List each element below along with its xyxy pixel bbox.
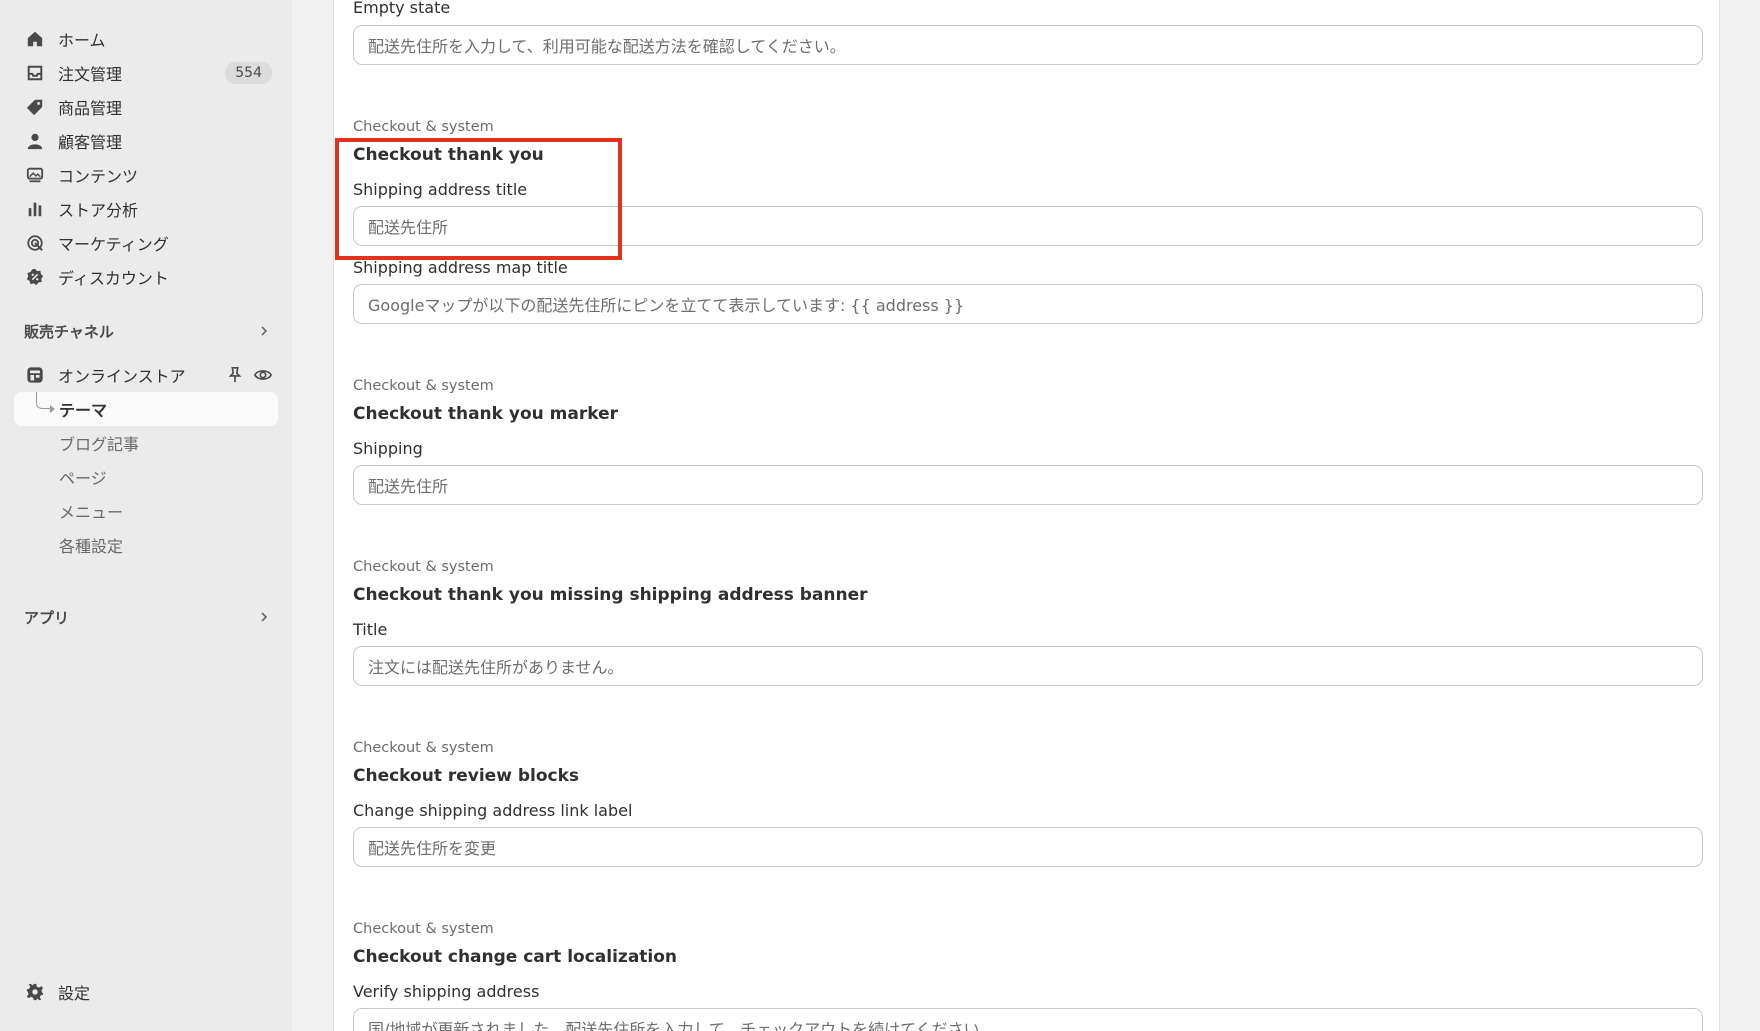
nav-item-label: ストア分析 [58, 201, 139, 220]
store-icon [26, 366, 44, 384]
shipping-input[interactable] [353, 465, 1703, 505]
orders-count-badge: 554 [225, 62, 272, 84]
sub-item-label: 各種設定 [59, 537, 124, 556]
sub-item-label: メニュー [59, 503, 124, 522]
field-label: Shipping [353, 439, 423, 458]
home-icon [26, 30, 44, 48]
sub-item-label: ブログ記事 [59, 435, 140, 454]
nav-item-label: コンテンツ [58, 167, 139, 186]
shipping-address-title-input[interactable] [353, 206, 1703, 246]
banner-title-input[interactable] [353, 646, 1703, 686]
field-label: Verify shipping address [353, 982, 540, 1001]
field-label: Title [353, 620, 388, 639]
nav-item-settings[interactable]: 設定 [14, 975, 278, 1009]
group-title: Checkout thank you [353, 145, 544, 165]
nav-item-orders[interactable]: 注文管理 554 [14, 56, 278, 90]
target-icon [26, 234, 44, 252]
sales-channels-label: 販売チャネル [24, 322, 114, 341]
nav-item-label: 注文管理 [58, 65, 123, 84]
group-category: Checkout & system [353, 921, 494, 937]
nav-item-label: ホーム [58, 31, 106, 50]
gear-icon [26, 983, 44, 1001]
field-label: Shipping address title [353, 180, 528, 199]
nav-item-label: オンラインストア [58, 367, 186, 386]
tag-icon [26, 98, 44, 116]
person-icon [26, 132, 44, 150]
pin-icon[interactable] [226, 366, 244, 384]
group-category: Checkout & system [353, 119, 494, 135]
empty-state-input[interactable] [353, 25, 1703, 65]
group-title: Checkout thank you missing shipping addr… [353, 585, 868, 605]
nav-item-marketing[interactable]: マーケティング [14, 226, 278, 260]
sub-item-label: ページ [59, 469, 107, 488]
group-title: Checkout change cart localization [353, 947, 678, 967]
group-category: Checkout & system [353, 378, 494, 394]
nav-item-label: 顧客管理 [58, 133, 123, 152]
nav-item-label: マーケティング [58, 235, 169, 254]
sub-item-preferences[interactable]: 各種設定 [14, 528, 278, 562]
settings-label: 設定 [58, 984, 91, 1003]
sales-channels-header[interactable]: 販売チャネル [14, 314, 278, 348]
nav-item-label: ディスカウント [58, 269, 169, 288]
group-title: Checkout thank you marker [353, 404, 619, 424]
field-label: Shipping address map title [353, 258, 568, 277]
group-category: Checkout & system [353, 559, 494, 575]
translations-panel: Empty state Checkout & system Checkout t… [333, 0, 1720, 1031]
field-label: Empty state [353, 0, 451, 17]
inbox-icon [26, 64, 44, 82]
sub-item-pages[interactable]: ページ [14, 460, 278, 494]
group-category: Checkout & system [353, 740, 494, 756]
nav-item-analytics[interactable]: ストア分析 [14, 192, 278, 226]
nav-item-products[interactable]: 商品管理 [14, 90, 278, 124]
chevron-right-icon [256, 323, 272, 339]
sub-item-menus[interactable]: メニュー [14, 494, 278, 528]
field-label: Change shipping address link label [353, 801, 633, 820]
sidebar: ホーム 注文管理 554 商品管理 顧客管理 コンテンツ ストア分析 マーケティ… [0, 0, 292, 1031]
nav-item-label: 商品管理 [58, 99, 123, 118]
group-title: Checkout review blocks [353, 766, 580, 786]
chevron-right-icon [256, 609, 272, 625]
change-shipping-address-link-input[interactable] [353, 827, 1703, 867]
discount-icon [26, 268, 44, 286]
store-actions [226, 366, 272, 384]
sub-item-blog-posts[interactable]: ブログ記事 [14, 426, 278, 460]
eye-icon[interactable] [254, 366, 272, 384]
sub-item-label: テーマ [59, 401, 108, 420]
nav-item-content[interactable]: コンテンツ [14, 158, 278, 192]
verify-shipping-address-input[interactable] [353, 1008, 1703, 1031]
tree-connector [36, 392, 55, 413]
apps-header[interactable]: アプリ [14, 600, 278, 634]
content-icon [26, 166, 44, 184]
apps-label: アプリ [24, 608, 70, 627]
nav-item-customers[interactable]: 顧客管理 [14, 124, 278, 158]
nav-item-online-store[interactable]: オンラインストア [14, 358, 278, 392]
bar-chart-icon [26, 200, 44, 218]
sub-item-themes[interactable]: テーマ [14, 392, 278, 426]
shipping-address-map-title-input[interactable] [353, 284, 1703, 324]
nav-item-home[interactable]: ホーム [14, 22, 278, 56]
nav-item-discounts[interactable]: ディスカウント [14, 260, 278, 294]
